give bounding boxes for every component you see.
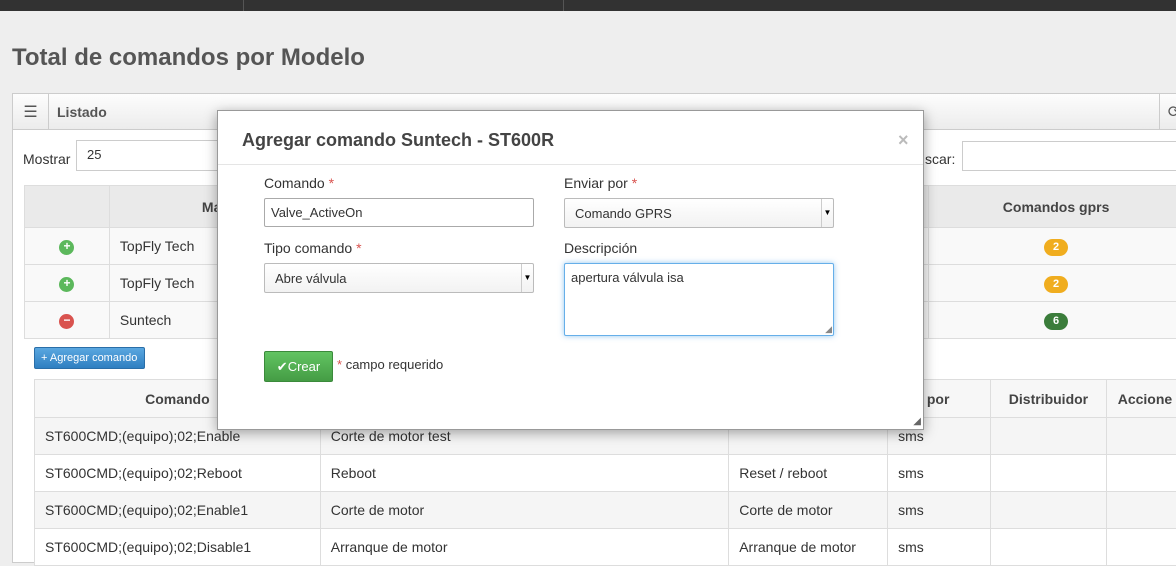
descripcion-label: Descripción [564,240,637,256]
list-icon: ☰ [13,94,49,129]
table-cell [990,418,1106,455]
required-note: * campo requerido [337,357,443,372]
gprs-count-badge: 2 [1044,276,1068,293]
table-cell: Arranque de motor [320,529,728,566]
table-cell [1106,455,1176,492]
chevron-down-icon: ▼ [521,264,533,292]
search-input[interactable] [962,141,1176,171]
column-header-distribuidor[interactable]: Distribuidor [990,380,1106,418]
table-cell: ST600CMD;(equipo);02;Enable1 [35,492,321,529]
table-row: ST600CMD;(equipo);02;Reboot Reboot Reset… [35,455,1176,492]
table-cell: Corte de motor [320,492,728,529]
enviar-select[interactable]: Comando GPRS ▼ [564,198,834,228]
table-cell: Corte de motor [729,492,888,529]
table-row: ST600CMD;(equipo);02;Enable1 Corte de mo… [35,492,1176,529]
refresh-icon[interactable]: ⟳ [1159,94,1176,129]
show-entries-select[interactable]: 25 [76,140,226,171]
resize-grip-icon[interactable]: ◢ [825,325,832,334]
crear-button[interactable]: ✔Crear [264,351,333,382]
table-cell [990,455,1106,492]
table-cell [990,492,1106,529]
gprs-count-badge: 6 [1044,313,1068,330]
page-title: Total de comandos por Modelo [12,44,365,72]
column-header-acciones[interactable]: Accione [1106,380,1176,418]
descripcion-textarea[interactable]: apertura válvula isa ◢ [564,263,834,336]
table-cell [1106,492,1176,529]
resize-grip-icon[interactable]: ◢ [913,416,921,427]
modal-header: Agregar comando Suntech - ST600R × [218,111,923,165]
table-cell: Reset / reboot [729,455,888,492]
table-cell: Reboot [320,455,728,492]
table-cell [1106,418,1176,455]
table-cell: Arranque de motor [729,529,888,566]
top-navbar [0,0,1176,11]
tipo-label: Tipo comando * [264,240,362,256]
panel-title: Listado [57,104,107,120]
gprs-count-badge: 2 [1044,239,1068,256]
column-header[interactable] [25,186,110,228]
plus-circle-icon[interactable]: + [59,240,74,255]
table-cell: sms [888,492,991,529]
table-cell: sms [888,455,991,492]
show-entries-label: Mostrar [23,151,70,167]
enviar-label: Enviar por * [564,175,637,191]
table-row: ST600CMD;(equipo);02;Disable1 Arranque d… [35,529,1176,566]
add-command-modal: Agregar comando Suntech - ST600R × Coman… [217,110,924,430]
table-cell: ST600CMD;(equipo);02;Disable1 [35,529,321,566]
table-cell: sms [888,529,991,566]
search-label: scar: [925,151,955,167]
navbar-separator [243,0,244,11]
column-header-gprs[interactable]: Comandos gprs [929,186,1176,228]
close-icon[interactable]: × [898,130,909,151]
modal-title: Agregar comando Suntech - ST600R [242,130,554,151]
tipo-select[interactable]: Abre válvula ▼ [264,263,534,293]
table-cell [1106,529,1176,566]
minus-circle-icon[interactable]: − [59,314,74,329]
table-cell: ST600CMD;(equipo);02;Reboot [35,455,321,492]
comando-label: Comando * [264,175,334,191]
table-cell [990,529,1106,566]
check-circle-icon: ✔ [277,359,288,374]
plus-circle-icon[interactable]: + [59,277,74,292]
navbar-separator [563,0,564,11]
chevron-down-icon: ▼ [821,199,833,227]
add-command-button[interactable]: + Agregar comando [34,347,145,369]
comando-input[interactable]: Valve_ActiveOn [264,198,534,227]
